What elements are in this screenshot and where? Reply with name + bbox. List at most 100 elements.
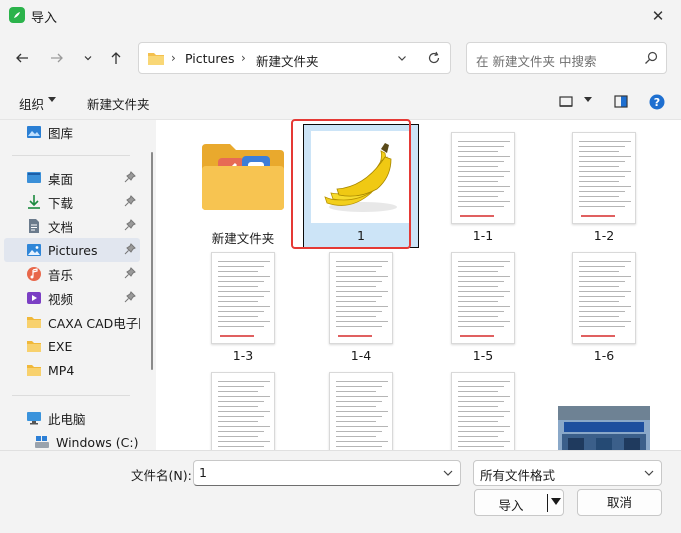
thumbnail xyxy=(425,244,541,344)
footer-mark xyxy=(460,335,494,337)
recent-locations-button[interactable] xyxy=(76,46,100,70)
text-line xyxy=(336,301,376,302)
pin-icon[interactable] xyxy=(124,171,136,183)
file-item[interactable]: 1-6 xyxy=(546,244,662,368)
file-item[interactable]: 1-1 xyxy=(425,124,541,248)
text-line xyxy=(458,301,498,302)
file-item[interactable] xyxy=(546,364,662,450)
file-item[interactable] xyxy=(425,364,541,450)
file-item[interactable]: 1 xyxy=(303,124,419,248)
footer-mark xyxy=(581,215,615,217)
sidebar-item-videos[interactable]: 视频 xyxy=(4,286,140,310)
chevron-down-icon[interactable] xyxy=(443,469,453,477)
text-line xyxy=(336,401,382,402)
sidebar-item-documents[interactable]: 文档 xyxy=(4,214,140,238)
close-button[interactable]: ✕ xyxy=(635,0,681,32)
file-item[interactable]: 1-2 xyxy=(546,124,662,248)
scrollbar-thumb[interactable] xyxy=(151,152,153,370)
sidebar-item-exe[interactable]: EXE xyxy=(4,334,140,358)
file-item[interactable] xyxy=(303,364,419,450)
address-bar[interactable]: › Pictures › 新建文件夹 xyxy=(138,42,451,74)
command-bar: 组织 新建文件夹 ? xyxy=(0,84,681,120)
help-icon[interactable]: ? xyxy=(649,94,665,110)
back-button[interactable] xyxy=(10,46,34,70)
text-line xyxy=(336,411,388,412)
text-line xyxy=(579,176,625,177)
file-view-scrollbar[interactable] xyxy=(666,120,681,450)
cancel-button[interactable]: 取消 xyxy=(577,489,662,516)
search-input[interactable]: 在 新建文件夹 中搜索 xyxy=(476,51,596,70)
text-line xyxy=(458,286,498,287)
sidebar-item-pictures[interactable]: Pictures xyxy=(4,238,140,262)
footer-mark xyxy=(581,335,615,337)
import-button[interactable]: 导入 xyxy=(474,489,564,516)
caret-down-icon[interactable] xyxy=(584,97,592,103)
sidebar-item-gallery[interactable]: 图库 xyxy=(4,120,140,144)
pin-icon[interactable] xyxy=(124,219,136,231)
text-line xyxy=(336,266,382,267)
text-line xyxy=(336,306,388,307)
text-line xyxy=(218,266,264,267)
text-line xyxy=(218,411,270,412)
file-item[interactable]: 1-3 xyxy=(185,244,301,368)
sidebar-item-downloads[interactable]: 下载 xyxy=(4,190,140,214)
folder-item[interactable]: 新建文件夹 xyxy=(185,124,301,248)
text-line xyxy=(218,446,264,447)
chevron-down-icon[interactable] xyxy=(396,52,408,64)
text-line xyxy=(579,261,631,262)
filetype-select[interactable]: 所有文件格式 xyxy=(473,460,662,486)
text-line xyxy=(218,391,258,392)
file-item[interactable]: 1-4 xyxy=(303,244,419,368)
new-folder-button[interactable]: 新建文件夹 xyxy=(87,94,150,113)
text-line xyxy=(458,311,504,312)
text-line xyxy=(458,281,504,282)
forward-button[interactable] xyxy=(45,46,69,70)
text-line xyxy=(579,306,631,307)
file-name: 1-5 xyxy=(472,348,494,363)
sidebar-item-music[interactable]: 音乐 xyxy=(4,262,140,286)
sidebar-item-caxa-cad[interactable]: CAXA CAD电子图 xyxy=(4,310,140,334)
sidebar-item-windows-c[interactable]: Windows (C:) xyxy=(4,430,140,450)
filename-label: 文件名(N): xyxy=(131,468,192,483)
thumbnail xyxy=(303,364,419,450)
breadcrumb-pictures[interactable]: Pictures xyxy=(185,51,235,66)
file-item[interactable] xyxy=(185,364,301,450)
file-item[interactable]: 1-5 xyxy=(425,244,541,368)
text-line xyxy=(579,141,631,142)
sidebar-scrollbar[interactable] xyxy=(148,120,156,450)
sidebar-item-desktop[interactable]: 桌面 xyxy=(4,166,140,190)
text-line xyxy=(218,396,270,397)
text-line xyxy=(458,441,510,442)
up-button[interactable] xyxy=(104,46,128,70)
pin-icon[interactable] xyxy=(124,195,136,207)
text-line xyxy=(458,446,504,447)
sidebar-item-this-pc[interactable]: 此电脑 xyxy=(4,406,140,430)
text-line xyxy=(458,411,510,412)
text-line xyxy=(579,311,625,312)
text-line xyxy=(336,281,382,282)
breadcrumb-new-folder[interactable]: 新建文件夹 xyxy=(256,51,319,70)
video-icon xyxy=(27,292,41,304)
caret-down-icon[interactable] xyxy=(551,498,561,506)
text-line xyxy=(218,286,258,287)
pin-icon[interactable] xyxy=(124,291,136,303)
sidebar-item-mp4[interactable]: MP4 xyxy=(4,358,140,382)
text-line xyxy=(458,156,510,157)
text-line xyxy=(336,291,388,292)
text-line xyxy=(336,406,376,407)
text-line xyxy=(458,381,510,382)
view-icon[interactable] xyxy=(559,96,573,108)
text-line xyxy=(458,181,498,182)
document-thumbnail xyxy=(451,252,515,344)
text-line xyxy=(336,261,388,262)
pin-icon[interactable] xyxy=(124,267,136,279)
refresh-icon[interactable] xyxy=(427,51,441,65)
search-box[interactable]: 在 新建文件夹 中搜索 xyxy=(466,42,667,74)
text-line xyxy=(336,311,382,312)
filename-input[interactable]: 1 xyxy=(193,460,461,486)
pin-icon[interactable] xyxy=(124,243,136,255)
preview-pane-icon[interactable] xyxy=(614,95,628,108)
thumbnail xyxy=(303,124,419,248)
split-divider xyxy=(547,494,548,512)
organize-button[interactable]: 组织 xyxy=(19,94,44,113)
